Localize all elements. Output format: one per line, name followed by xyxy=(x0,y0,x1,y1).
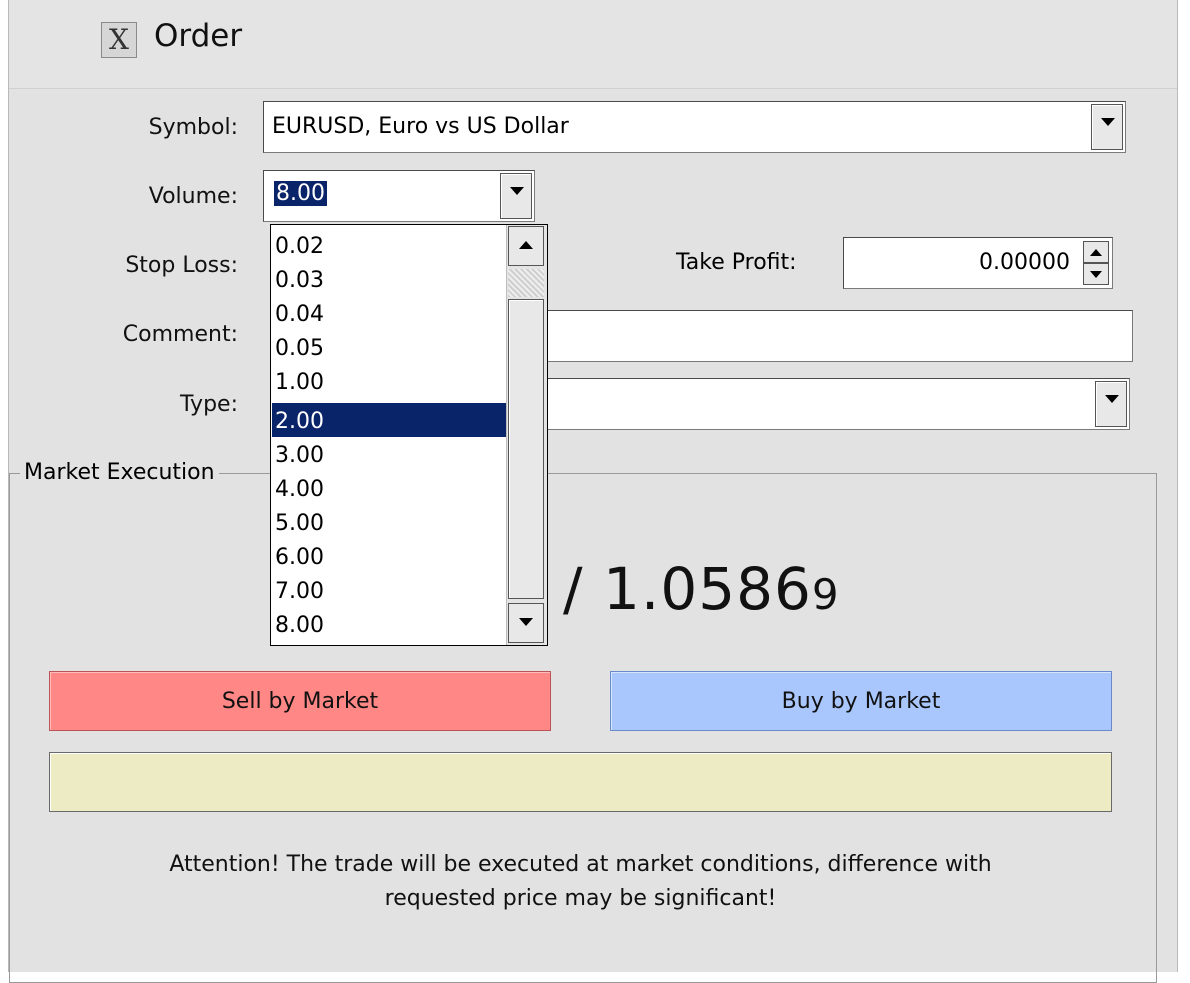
spin-up-button[interactable] xyxy=(1083,241,1109,263)
type-label: Type: xyxy=(180,392,238,417)
spin-down-button[interactable] xyxy=(1083,263,1109,285)
type-dropdown-button[interactable] xyxy=(1095,381,1127,427)
list-item[interactable]: 1.00 xyxy=(272,364,507,398)
list-item[interactable]: 6.00 xyxy=(272,539,507,573)
volume-label: Volume: xyxy=(148,184,238,209)
market-execution-label: Market Execution xyxy=(20,460,219,485)
type-select[interactable] xyxy=(540,378,1130,430)
stop-loss-label: Stop Loss: xyxy=(125,253,238,278)
attention-line-2: requested price may be significant! xyxy=(384,886,777,911)
title-bar: X Order xyxy=(9,0,1177,89)
list-item[interactable]: 5.00 xyxy=(272,505,507,539)
attention-message: Attention! The trade will be executed at… xyxy=(49,848,1112,916)
list-item[interactable]: 0.02 xyxy=(272,228,507,262)
volume-list-scrollbar[interactable] xyxy=(506,225,547,645)
background-edge xyxy=(1178,0,1190,972)
scrollbar-thumb[interactable] xyxy=(508,299,544,599)
price-small-digit: 9 xyxy=(811,570,840,619)
symbol-value: EURUSD, Euro vs US Dollar xyxy=(272,114,569,139)
comment-field[interactable] xyxy=(540,310,1133,362)
arrow-down-icon xyxy=(519,618,533,626)
chevron-down-icon xyxy=(510,187,524,195)
attention-line-1: Attention! The trade will be executed at… xyxy=(169,852,992,877)
list-item[interactable]: 8.00 xyxy=(272,607,507,641)
execution-status-bar xyxy=(49,752,1112,812)
scrollbar-track[interactable] xyxy=(508,269,544,297)
volume-value[interactable]: 8.00 xyxy=(274,181,327,206)
volume-dropdown-list[interactable]: 0.02 0.03 0.04 0.05 1.00 2.00 3.00 4.00 … xyxy=(270,224,548,646)
volume-dropdown-button[interactable] xyxy=(500,173,532,219)
price-main: / 1.0586 xyxy=(563,555,812,623)
scroll-down-button[interactable] xyxy=(508,603,544,643)
arrow-up-icon xyxy=(519,241,533,249)
list-item[interactable]: 3.00 xyxy=(272,437,507,471)
symbol-select[interactable]: EURUSD, Euro vs US Dollar xyxy=(263,101,1126,153)
symbol-dropdown-button[interactable] xyxy=(1091,104,1123,150)
take-profit-field[interactable]: 0.00000 xyxy=(843,237,1113,289)
list-item[interactable]: 4.00 xyxy=(272,471,507,505)
list-item[interactable]: 0.03 xyxy=(272,262,507,296)
arrow-up-icon xyxy=(1090,249,1102,256)
take-profit-label: Take Profit: xyxy=(676,250,797,275)
price-display: / 1.05869 xyxy=(563,555,840,623)
chevron-down-icon xyxy=(1101,118,1115,126)
close-icon[interactable]: X xyxy=(101,22,137,58)
comment-label: Comment: xyxy=(122,322,238,347)
list-item[interactable]: 0.05 xyxy=(272,330,507,364)
dialog-title: Order xyxy=(154,18,243,54)
arrow-down-icon xyxy=(1090,271,1102,278)
sell-by-market-button[interactable]: Sell by Market xyxy=(49,671,551,731)
symbol-label: Symbol: xyxy=(148,115,238,140)
chevron-down-icon xyxy=(1105,395,1119,403)
volume-select[interactable]: 8.00 xyxy=(263,170,535,222)
scroll-up-button[interactable] xyxy=(508,226,544,266)
take-profit-value[interactable]: 0.00000 xyxy=(979,250,1070,275)
buy-by-market-button[interactable]: Buy by Market xyxy=(610,671,1112,731)
list-item-selected[interactable]: 2.00 xyxy=(272,403,507,437)
take-profit-spinner[interactable] xyxy=(1083,241,1109,285)
list-item[interactable]: 7.00 xyxy=(272,573,507,607)
list-item[interactable]: 0.04 xyxy=(272,296,507,330)
